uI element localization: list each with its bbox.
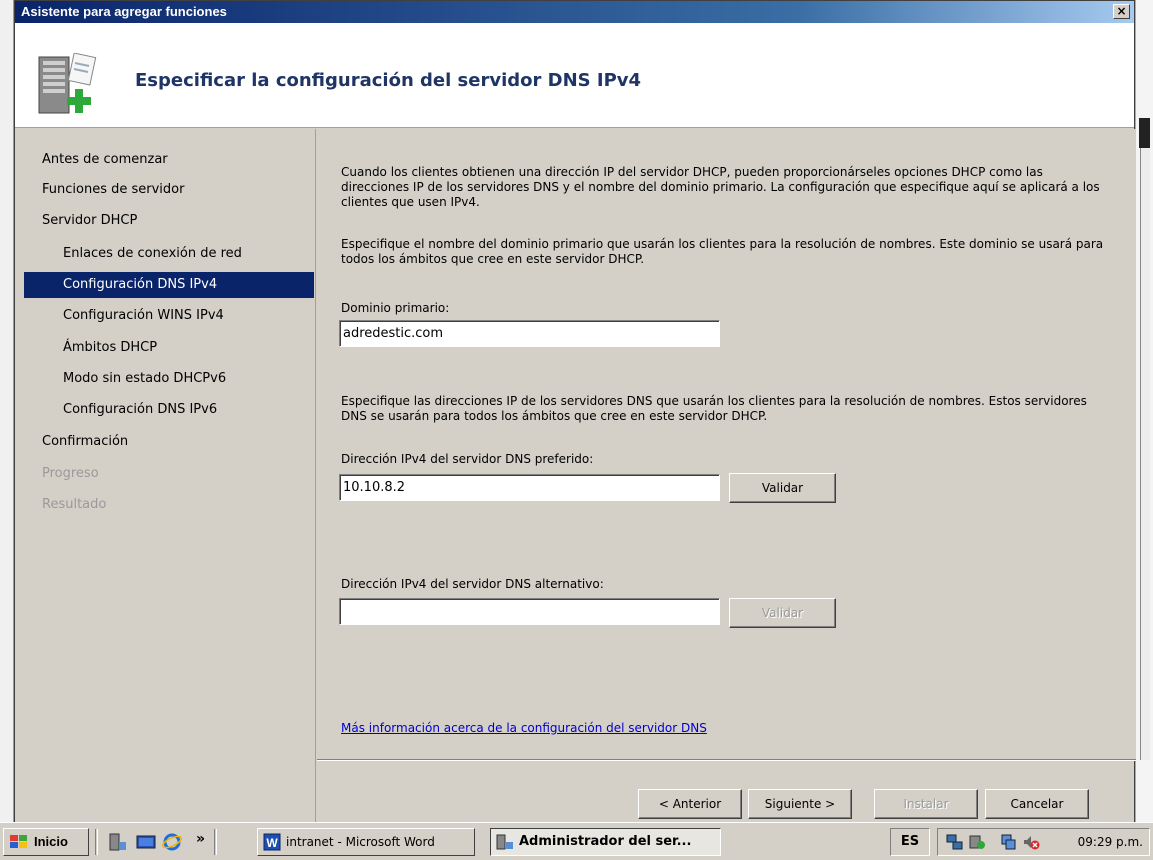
internet-explorer-icon[interactable] <box>162 832 182 852</box>
quicklaunch-separator <box>95 829 98 855</box>
validate-alternate-button: Validar <box>729 598 836 628</box>
nav-item-configuracion-dns-ipv6[interactable]: Configuración DNS IPv6 <box>24 397 314 423</box>
wizard-steps-nav: Antes de comenzar Funciones de servidor … <box>15 129 316 824</box>
clock[interactable]: 09:29 p.m. <box>1078 829 1143 855</box>
wizard-header: Especificar la configuración del servido… <box>15 23 1134 128</box>
title-bar[interactable]: Asistente para agregar funciones × <box>15 1 1134 23</box>
task-word-button[interactable]: W intranet - Microsoft Word <box>257 828 475 856</box>
network-icon[interactable] <box>946 833 964 851</box>
wizard-content: Cuando los clientes obtienen una direcci… <box>317 129 1136 759</box>
nav-item-ambitos-dhcp[interactable]: Ámbitos DHCP <box>24 335 314 361</box>
intro-text: Cuando los clientes obtienen una direcci… <box>341 165 1100 209</box>
footer-separator <box>317 759 1136 761</box>
show-desktop-icon[interactable] <box>136 832 156 852</box>
nav-item-progreso: Progreso <box>42 466 99 481</box>
task-server-manager-button[interactable]: Administrador del ser... <box>490 828 721 856</box>
dns-instructions: Especifique las direcciones IP de los se… <box>341 394 1087 423</box>
quicklaunch-separator-2 <box>214 829 217 855</box>
server-manager-icon[interactable] <box>108 832 128 852</box>
task-word-label: intranet - Microsoft Word <box>286 835 435 849</box>
nav-item-resultado: Resultado <box>42 497 107 512</box>
add-roles-wizard-window: Asistente para agregar funciones × Espec… <box>14 0 1136 824</box>
domain-label: Dominio primario: <box>341 301 450 315</box>
alternate-dns-input[interactable] <box>339 598 720 625</box>
window-title: Asistente para agregar funciones <box>21 4 227 19</box>
volume-muted-icon[interactable] <box>1022 833 1040 851</box>
background-window-edge <box>0 0 14 822</box>
nav-item-modo-sin-estado-dhcpv6[interactable]: Modo sin estado DHCPv6 <box>24 366 314 392</box>
taskbar: Inicio » W intranet - Microsoft Word Adm… <box>0 822 1153 860</box>
scrollbar-track[interactable] <box>1140 120 1150 760</box>
install-button: Instalar <box>874 789 978 819</box>
scrollbar-thumb[interactable] <box>1139 118 1150 148</box>
start-button[interactable]: Inicio <box>3 828 89 856</box>
back-button[interactable]: < Anterior <box>638 789 742 819</box>
domain-instructions: Especifique el nombre del dominio primar… <box>341 237 1104 266</box>
quicklaunch-chevron-icon[interactable]: » <box>196 831 205 847</box>
alternate-dns-label: Dirección IPv4 del servidor DNS alternat… <box>341 577 604 591</box>
windows-logo-icon <box>10 835 27 848</box>
page-title: Especificar la configuración del servido… <box>135 70 642 91</box>
system-tray: 09:29 p.m. <box>937 828 1150 856</box>
background-window-scrollbar[interactable] <box>1135 0 1153 822</box>
validate-preferred-button[interactable]: Validar <box>729 473 836 503</box>
task-server-manager-label: Administrador del ser... <box>519 834 692 849</box>
next-button[interactable]: Siguiente > <box>748 789 852 819</box>
close-button[interactable]: × <box>1113 4 1130 19</box>
nav-item-confirmacion[interactable]: Confirmación <box>24 429 314 455</box>
nav-item-enlaces-de-conexion[interactable]: Enlaces de conexión de red <box>24 241 314 267</box>
nav-item-funciones-de-servidor[interactable]: Funciones de servidor <box>24 177 314 203</box>
language-indicator[interactable]: ES <box>890 828 930 856</box>
cancel-button[interactable]: Cancelar <box>985 789 1089 819</box>
primary-domain-input[interactable]: adredestic.com <box>339 320 720 347</box>
svg-text:W: W <box>266 836 278 850</box>
nav-item-configuracion-wins-ipv4[interactable]: Configuración WINS IPv4 <box>24 303 314 329</box>
more-info-link[interactable]: Más información acerca de la configuraci… <box>341 721 707 735</box>
word-icon: W <box>263 833 281 851</box>
nav-item-configuracion-dns-ipv4[interactable]: Configuración DNS IPv4 <box>24 272 314 298</box>
security-icon[interactable] <box>968 833 986 851</box>
connection-icon[interactable] <box>1000 833 1018 851</box>
start-label: Inicio <box>34 834 68 849</box>
preferred-dns-input[interactable]: 10.10.8.2 <box>339 474 720 501</box>
server-manager-icon <box>496 834 513 850</box>
nav-item-antes-de-comenzar[interactable]: Antes de comenzar <box>24 147 314 173</box>
server-add-icon <box>38 53 97 114</box>
nav-item-servidor-dhcp[interactable]: Servidor DHCP <box>24 208 314 234</box>
preferred-dns-label: Dirección IPv4 del servidor DNS preferid… <box>341 452 594 466</box>
